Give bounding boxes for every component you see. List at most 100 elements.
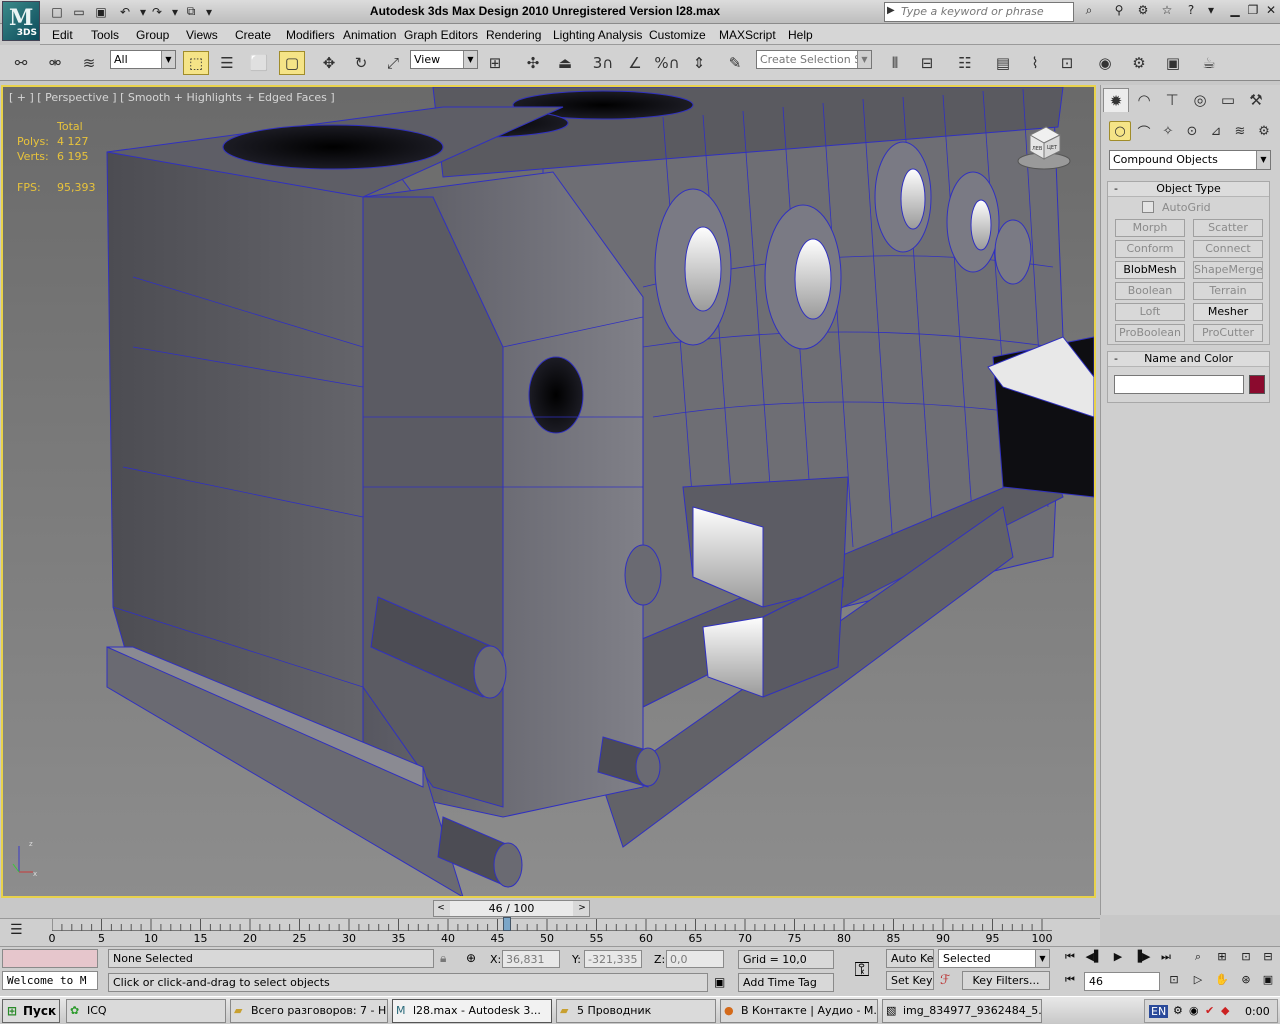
time-configuration-icon[interactable]: ⊡	[1164, 973, 1184, 991]
shapemerge-button[interactable]: ShapeMerge	[1193, 261, 1263, 279]
mesher-button[interactable]: Mesher	[1193, 303, 1263, 321]
start-button[interactable]: ⊞ Пуск	[2, 999, 60, 1023]
menu-help[interactable]: Help	[788, 28, 813, 42]
network-icon[interactable]: ⚙	[1173, 1004, 1183, 1017]
app-logo-button[interactable]: M 3DS	[2, 1, 40, 41]
selection-lock-icon[interactable]: 🔒︎	[440, 951, 446, 966]
lights-icon[interactable]: ✧	[1157, 121, 1179, 141]
material-editor-icon[interactable]: ◉	[1092, 51, 1118, 75]
pan-view-icon[interactable]: ✋	[1212, 973, 1232, 991]
play-icon[interactable]: ▶	[1108, 950, 1128, 968]
menu-views[interactable]: Views	[186, 28, 218, 42]
close-icon[interactable]: ✕	[1262, 3, 1280, 20]
modify-tab-icon[interactable]: ◠	[1131, 88, 1157, 112]
select-object-icon[interactable]: ⬚	[183, 51, 209, 75]
autogrid-checkbox[interactable]	[1142, 201, 1154, 213]
reference-coordinate-dropdown[interactable]: View ▼	[410, 50, 478, 69]
favorites-icon[interactable]: ☆	[1158, 3, 1176, 20]
help-icon[interactable]: ?	[1182, 3, 1200, 20]
field-of-view-icon[interactable]: ▷	[1188, 973, 1208, 991]
window-crossing-icon[interactable]: ▢	[279, 51, 305, 75]
select-and-manipulate-icon[interactable]: ✣	[520, 51, 546, 75]
current-frame-marker[interactable]	[503, 917, 512, 931]
terrain-button[interactable]: Terrain	[1193, 282, 1263, 300]
unlink-selection-icon[interactable]: ⚮	[42, 51, 68, 75]
zoom-icon[interactable]: ⌕	[1188, 950, 1208, 968]
auto-key-button[interactable]: Auto Key	[886, 949, 934, 968]
shapes-icon[interactable]: ⌒	[1133, 121, 1155, 141]
cameras-icon[interactable]: ⊙	[1181, 121, 1203, 141]
object-name-input[interactable]	[1114, 375, 1244, 394]
keyboard-shortcut-override-icon[interactable]: ⏏	[552, 51, 578, 75]
minimize-icon[interactable]: ▁	[1226, 3, 1244, 20]
menu-customize[interactable]: Customize	[649, 28, 706, 42]
taskbar-item-icq[interactable]: ✿ ICQ	[66, 999, 226, 1023]
zoom-extents-icon[interactable]: ⊡	[1236, 950, 1256, 968]
menu-create[interactable]: Create	[235, 28, 271, 42]
object-color-swatch[interactable]	[1249, 375, 1265, 394]
help-dropdown-icon[interactable]: ▾	[1202, 3, 1220, 20]
render-setup-icon[interactable]: ⚙	[1126, 51, 1152, 75]
save-file-icon[interactable]: ▣	[92, 3, 110, 20]
snaps-toggle-icon[interactable]: 3 ∩	[590, 51, 616, 75]
engine-block-model[interactable]	[3, 87, 1094, 896]
morph-button[interactable]: Morph	[1115, 219, 1185, 237]
zoom-all-icon[interactable]: ⊞	[1212, 950, 1232, 968]
z-coordinate-field[interactable]: 0,0	[666, 950, 724, 968]
maxscript-mini-listener[interactable]	[2, 949, 98, 968]
select-and-move-icon[interactable]: ✥	[316, 51, 342, 75]
align-icon[interactable]: ⊟	[914, 51, 940, 75]
orbit-icon[interactable]: ⊛	[1236, 973, 1256, 991]
key-mode-toggle-icon[interactable]: ⏮	[1060, 973, 1080, 991]
select-and-link-icon[interactable]: ⚯	[8, 51, 34, 75]
taskbar-item-vkontakte[interactable]: ● В Контакте | Аудио - М...	[720, 999, 878, 1023]
connect-button[interactable]: Connect	[1193, 240, 1263, 258]
hierarchy-tab-icon[interactable]: ⊤	[1159, 88, 1185, 112]
key-mode-dropdown[interactable]: Selected ▼	[938, 949, 1050, 968]
redo-icon[interactable]: ↷	[148, 3, 166, 20]
utilities-tab-icon[interactable]: ⚒	[1243, 88, 1269, 112]
current-frame-field[interactable]: 46	[1084, 972, 1160, 991]
boolean-button[interactable]: Boolean	[1115, 282, 1185, 300]
go-to-end-icon[interactable]: ⏭	[1156, 950, 1176, 968]
taskbar-item-explorer[interactable]: ▰ 5 Проводник	[556, 999, 716, 1023]
name-and-color-header[interactable]: - Name and Color	[1108, 352, 1269, 367]
menu-animation[interactable]: Animation	[343, 28, 396, 42]
bind-to-space-warp-icon[interactable]: ≋	[76, 51, 102, 75]
time-tag-icon[interactable]: ▣	[714, 975, 725, 989]
select-and-scale-icon[interactable]: ⤢	[380, 51, 406, 75]
blobmesh-button[interactable]: BlobMesh	[1115, 261, 1185, 279]
viewcube-icon[interactable]: ЛЕВ ЦЕТ	[1016, 119, 1072, 175]
set-key-button[interactable]: Set Key	[886, 971, 934, 990]
menu-rendering[interactable]: Rendering	[486, 28, 541, 42]
menu-tools[interactable]: Tools	[91, 28, 119, 42]
menu-modifiers[interactable]: Modifiers	[286, 28, 335, 42]
conform-button[interactable]: Conform	[1115, 240, 1185, 258]
scatter-button[interactable]: Scatter	[1193, 219, 1263, 237]
set-key-icon[interactable]: ⚿	[844, 957, 880, 985]
loft-button[interactable]: Loft	[1115, 303, 1185, 321]
taskbar-item-conversations[interactable]: ▰ Всего разговоров: 7 - Н...	[230, 999, 388, 1023]
menu-edit[interactable]: Edit	[52, 28, 73, 42]
selection-filter-dropdown[interactable]: All ▼	[110, 50, 176, 69]
previous-key-icon[interactable]: ◀▌	[1084, 950, 1104, 968]
menu-lighting-analysis[interactable]: Lighting Analysis	[553, 28, 642, 42]
help-search-input[interactable]: ▶ Type a keyword or phrase	[884, 2, 1074, 22]
menu-graph-editors[interactable]: Graph Editors	[404, 28, 478, 42]
viewport-label-menu[interactable]: [ + ] [ Perspective ] [ Smooth + Highlig…	[9, 91, 335, 104]
rendered-frame-window-icon[interactable]: ▣	[1160, 51, 1186, 75]
y-coordinate-field[interactable]: -321,335	[584, 950, 642, 968]
taskbar-item-3dsmax[interactable]: M l28.max - Autodesk 3...	[392, 999, 552, 1023]
track-bar[interactable]: ☰ 0 5 10 15 20 25 30 35 40 45 50 55 60 65 70 75 80 85 90 95…	[0, 917, 1100, 946]
motion-tab-icon[interactable]: ◎	[1187, 88, 1213, 112]
x-coordinate-field[interactable]: 36,831	[502, 950, 560, 968]
menu-group[interactable]: Group	[136, 28, 169, 42]
systems-icon[interactable]: ⚙	[1253, 121, 1275, 141]
named-selection-sets-field[interactable]: Create Selection Se ▼	[756, 50, 872, 69]
search-expand-icon[interactable]: ▶	[887, 5, 895, 16]
display-tab-icon[interactable]: ▭	[1215, 88, 1241, 112]
subscription-icon[interactable]: ⚲	[1110, 3, 1128, 20]
edit-named-selection-icon[interactable]: ✎	[722, 51, 748, 75]
absolute-mode-icon[interactable]: ⊕	[466, 951, 476, 965]
space-warps-icon[interactable]: ≋	[1229, 121, 1251, 141]
